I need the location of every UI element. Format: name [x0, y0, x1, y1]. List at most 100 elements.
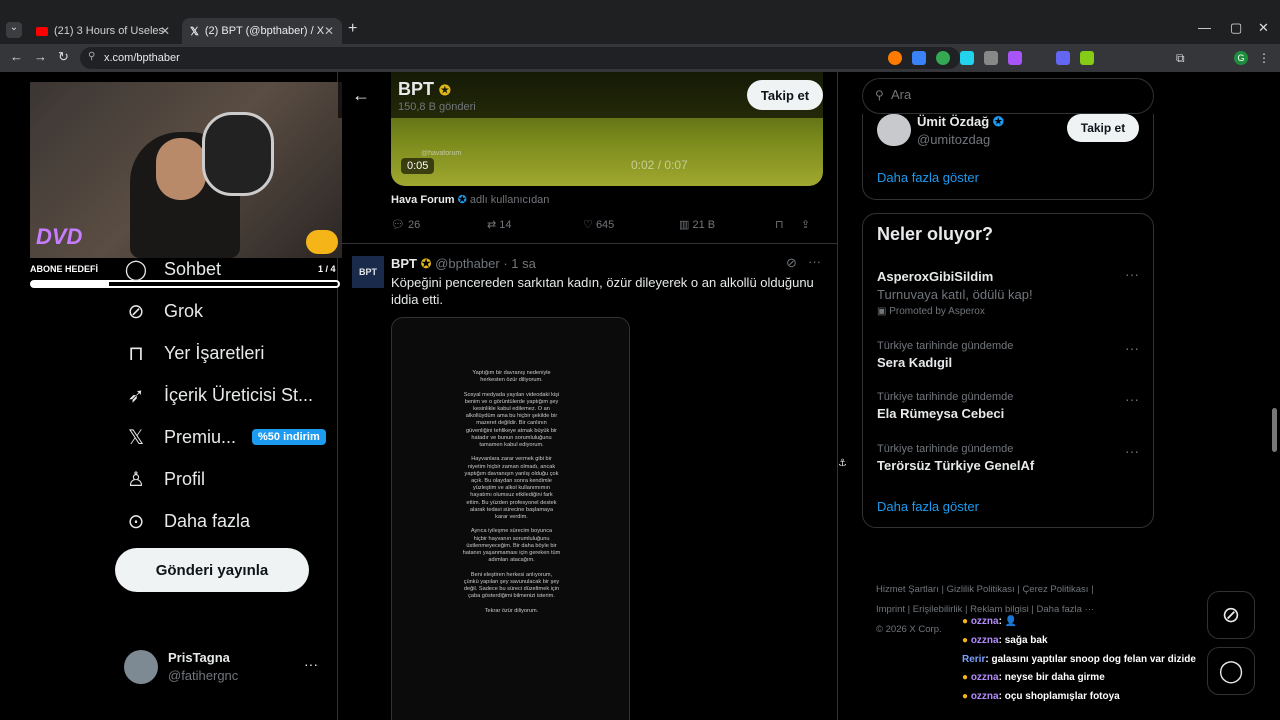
- trend-more-icon[interactable]: ···: [1125, 266, 1139, 282]
- trend-more-icon[interactable]: ···: [1125, 391, 1139, 407]
- tab-youtube[interactable]: (21) 3 Hours of Useless Walking ✕: [28, 18, 178, 44]
- like-button[interactable]: ♡ 645: [583, 218, 679, 231]
- statement-line: hiçbir hayvanın sorumluluğunu: [473, 535, 550, 542]
- statement-line: kesinlikle kabul edilemez. O an: [473, 406, 550, 413]
- reply-button[interactable]: 💬︎ 26: [391, 218, 487, 231]
- nav-grok[interactable]: ⊘ Grok: [124, 299, 203, 323]
- close-tab-icon[interactable]: ✕: [324, 24, 334, 38]
- footer-link[interactable]: Reklam bilgisi: [970, 604, 1029, 615]
- extension-icon[interactable]: [912, 51, 926, 65]
- close-window-button[interactable]: ✕: [1258, 20, 1269, 36]
- views-button[interactable]: ▥ 21 B: [679, 218, 775, 231]
- extension-icon[interactable]: [1056, 51, 1070, 65]
- tweet-avatar[interactable]: BPT: [352, 256, 384, 288]
- avatar[interactable]: [877, 114, 911, 146]
- statement-line: tamamen kabul ediyorum.: [479, 442, 544, 449]
- bookmark-icon: ⊓: [128, 342, 144, 365]
- statement-line: [392, 564, 629, 571]
- tweet-more-icon[interactable]: ···: [808, 254, 821, 269]
- statement-text: Yaptığım bir davranış nedeniyle herkesten…: [392, 370, 629, 615]
- extension-icon[interactable]: [1080, 51, 1094, 65]
- trend-more-icon[interactable]: ···: [1125, 443, 1139, 459]
- statement-line: ettim. Bu yüzden profesyonel destek: [466, 499, 557, 506]
- search-box[interactable]: ⚲: [862, 78, 1154, 114]
- follow-button[interactable]: Takip et: [1067, 114, 1139, 142]
- post-button[interactable]: Gönderi yayınla: [115, 548, 309, 592]
- footer-link[interactable]: Daha fazla ···: [1037, 604, 1095, 615]
- trend-item[interactable]: Türkiye tarihinde gündemde Ela Rümeysa Ce…: [877, 391, 1013, 421]
- address-bar[interactable]: ⚲ x.com/bpthaber ☆: [80, 47, 960, 69]
- close-tab-icon[interactable]: ✕: [160, 24, 170, 38]
- account-name: PrisTagna: [168, 650, 230, 665]
- streamer-head: [156, 138, 206, 200]
- statement-line: açık. Bu olaydan sonra kendimle: [471, 478, 552, 485]
- extension-icon[interactable]: [960, 51, 974, 65]
- analytics-icon: ▥: [679, 219, 690, 231]
- grok-icon[interactable]: ⊘: [786, 255, 797, 271]
- statement-line: çaba gösterdiğimi bilmenizi isterim.: [468, 593, 555, 600]
- extensions-puzzle-icon[interactable]: ⧉: [1176, 51, 1190, 65]
- statement-line: [392, 384, 629, 391]
- extension-icon[interactable]: [1008, 51, 1022, 65]
- messages-fab[interactable]: ◯: [1207, 647, 1255, 695]
- rocket-icon: ➶: [127, 384, 145, 407]
- extension-icon[interactable]: [936, 51, 950, 65]
- statement-line: hatanın yaşanmaması için gereken tüm: [462, 550, 561, 557]
- tweet-actions: 💬︎ 26 ⇄ 14 ♡ 645 ▥ 21 B ⊓ ⇪: [391, 218, 823, 231]
- nav-premium[interactable]: 𝕏 Premiu... %50 indirim: [124, 425, 326, 449]
- badge-icon: ●: [962, 635, 969, 646]
- footer-link[interactable]: Erişilebilirlik: [913, 604, 963, 615]
- trend-item[interactable]: Türkiye tarihinde gündemde Sera Kadıgil: [877, 340, 1013, 370]
- suggested-name[interactable]: Ümit Özdağ ✪: [917, 114, 1004, 130]
- show-more-link[interactable]: Daha fazla göster: [877, 170, 979, 185]
- extension-icon[interactable]: [984, 51, 998, 65]
- grok-fab[interactable]: ⊘: [1207, 591, 1255, 639]
- trend-item[interactable]: Türkiye tarihinde gündemde Terörsüz Türki…: [877, 443, 1034, 473]
- footer-link[interactable]: Hizmet Şartları: [876, 584, 939, 595]
- tweet-image[interactable]: Yaptığım bir davranış nedeniyle herkesten…: [391, 317, 630, 720]
- nav-creator-studio[interactable]: ➶ İçerik Üreticisi St...: [124, 383, 313, 407]
- account-switcher[interactable]: PrisTagna @fatihergnc ···: [124, 650, 324, 684]
- show-more-link[interactable]: Daha fazla göster: [877, 499, 979, 514]
- new-tab-button[interactable]: +: [348, 20, 357, 38]
- badge-icon: ●: [962, 691, 969, 702]
- statement-line: herkesten özür diliyorum.: [480, 377, 543, 384]
- profile-avatar-icon[interactable]: G: [1234, 51, 1248, 65]
- statement-line: [392, 449, 629, 456]
- tab-x[interactable]: 𝕏 (2) BPT (@bpthaber) / X ✕: [182, 18, 342, 44]
- footer-link[interactable]: Imprint: [876, 604, 905, 615]
- nav-more[interactable]: ⊙ Daha fazla: [124, 509, 250, 533]
- reload-button[interactable]: ↻: [58, 49, 69, 65]
- browser-menu-icon[interactable]: ⋮: [1258, 51, 1272, 65]
- statement-line: hayatımı olumsuz etkilediğini fark: [470, 492, 553, 499]
- maximize-button[interactable]: ▢: [1230, 20, 1242, 36]
- nav-profile[interactable]: ♙ Profil: [124, 467, 205, 491]
- back-arrow-icon[interactable]: ←: [352, 85, 370, 106]
- promoted-label: ▣ Promoted by Asperox: [877, 306, 985, 317]
- bookmark-button[interactable]: ⊓: [775, 218, 801, 231]
- nav-bookmarks[interactable]: ⊓ Yer İşaretleri: [124, 341, 264, 365]
- tweet[interactable]: BPT BPT ✪ @bpthaber · 1 sa ⊘ ··· Köpeğin…: [338, 244, 837, 720]
- account-more-icon[interactable]: ···: [304, 656, 318, 672]
- nav-chat[interactable]: ◯ Sohbet: [124, 257, 221, 281]
- forward-button[interactable]: →: [34, 49, 47, 64]
- back-button[interactable]: ←: [10, 49, 23, 64]
- webcam-overlay: DVD: [30, 82, 342, 258]
- x-logo-icon: 𝕏: [190, 25, 199, 38]
- minimize-button[interactable]: —: [1198, 20, 1211, 35]
- subgoal-count: 1 / 4: [318, 264, 336, 274]
- follow-button[interactable]: Takip et: [747, 80, 823, 110]
- search-input[interactable]: [891, 87, 1141, 102]
- trend-more-icon[interactable]: ···: [1125, 340, 1139, 356]
- page-scrollbar[interactable]: [1272, 408, 1277, 452]
- repost-attribution[interactable]: Hava Forum ✪ adlı kullanıcıdan: [391, 193, 549, 206]
- promoted-trend[interactable]: AsperoxGibiSildim Turnuvaya katıl, ödülü…: [877, 266, 1033, 317]
- tab-search-button[interactable]: ⌄: [6, 22, 22, 38]
- extension-icon[interactable]: [888, 51, 902, 65]
- share-button[interactable]: ⇪: [801, 218, 821, 231]
- site-info-icon[interactable]: ⚲: [88, 51, 95, 62]
- repost-button[interactable]: ⇄ 14: [487, 218, 583, 231]
- footer-link[interactable]: Gizlilik Politikası: [947, 584, 1015, 595]
- footer-link[interactable]: Çerez Politikası: [1022, 584, 1088, 595]
- search-icon: ⚲: [875, 88, 884, 102]
